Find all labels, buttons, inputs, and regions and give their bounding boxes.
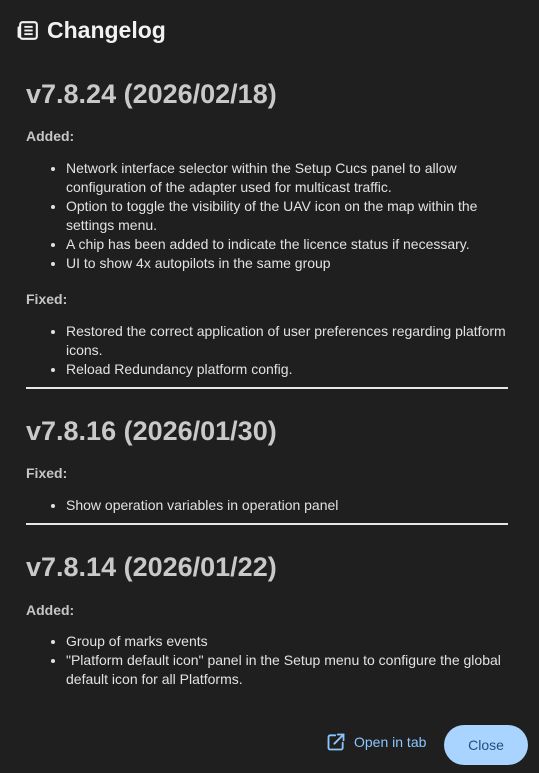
newspaper-icon [16,18,41,43]
change-list: Group of marks events"Platform default i… [26,632,508,689]
release-version: v7.8.14 (2026/01/22) [26,552,277,583]
section-title: Fixed: [26,465,68,482]
change-list: Show operation variables in operation pa… [26,496,508,515]
release-entry: v7.8.14 (2026/01/22) Added: Group of marks… [26,523,508,689]
change-item: "Platform default icon" panel in the Set… [66,651,508,689]
change-item: Option to toggle the visibility of the U… [66,197,508,235]
dialog-title: Changelog [47,16,166,43]
change-item: Reload Redundancy platform config. [66,360,508,379]
dialog-header: Changelog [16,14,166,46]
section-title: Added: [26,128,75,145]
section-title: Added: [26,601,75,618]
change-item: Group of marks events [66,632,508,651]
change-item: A chip has been added to indicate the li… [66,235,508,254]
change-item: Restored the correct application of user… [66,322,508,360]
release-entry: v7.8.16 (2026/01/30) Fixed: Show operation… [26,386,508,515]
change-item: UI to show 4x autopilots in the same gro… [66,254,508,273]
dialog-footer: Open in tab Close [0,722,539,768]
release-version: v7.8.16 (2026/01/30) [26,415,277,446]
open-in-tab-link[interactable]: Open in tab [326,732,426,752]
changelog-content[interactable]: v7.8.24 (2026/02/18) Added: Network interf… [0,72,539,720]
open-in-tab-label: Open in tab [354,734,427,750]
external-link-icon [326,732,346,752]
change-item: Show operation variables in operation pa… [66,496,508,515]
section-title: Fixed: [26,291,68,308]
change-list: Network interface selector within the Se… [26,159,508,273]
changelog-dialog: Changelog v7.8.24 (2026/02/18) Added: Netw… [0,0,539,773]
change-list: Restored the correct application of user… [26,322,508,379]
change-item: Network interface selector within the Se… [66,159,508,197]
release-entry: v7.8.24 (2026/02/18) Added: Network interf… [26,72,508,379]
close-button[interactable]: Close [444,725,528,765]
release-version: v7.8.24 (2026/02/18) [26,79,277,109]
